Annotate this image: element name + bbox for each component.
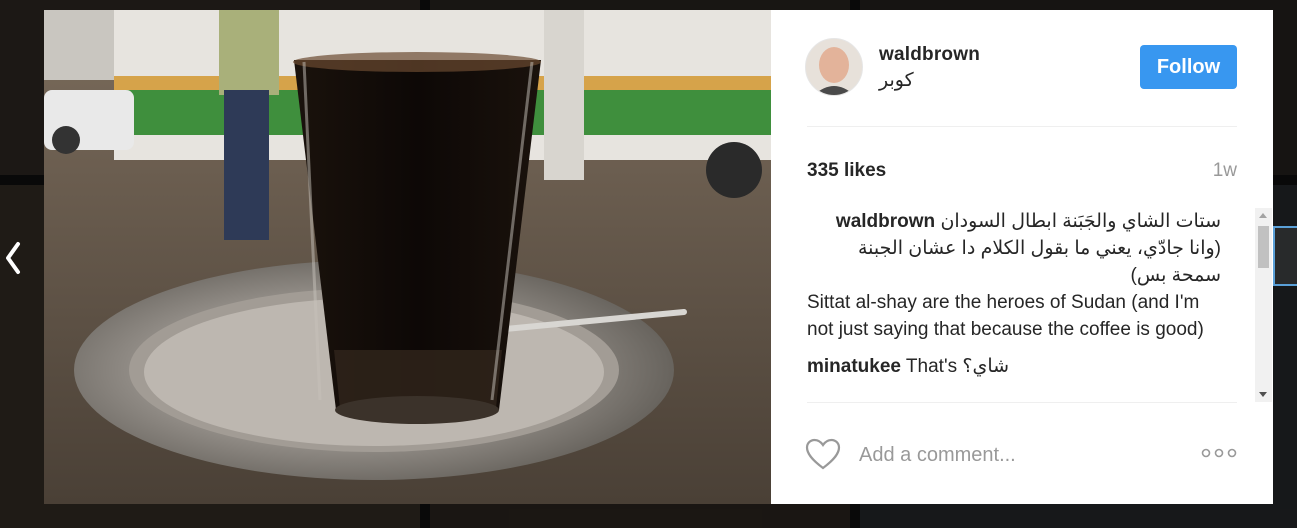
footer-divider bbox=[807, 402, 1237, 403]
scroll-thumb[interactable] bbox=[1258, 226, 1269, 268]
tea-glass-photo bbox=[44, 10, 771, 504]
header-divider bbox=[807, 126, 1237, 127]
scroll-down-arrow[interactable] bbox=[1259, 392, 1267, 397]
post-header: waldbrown كوبر Follow bbox=[805, 38, 1237, 98]
avatar[interactable] bbox=[805, 38, 863, 96]
more-options-icon bbox=[1201, 448, 1237, 458]
comments-scrollbar[interactable] bbox=[1255, 208, 1272, 402]
add-comment-input[interactable] bbox=[857, 438, 1181, 472]
comment-username[interactable]: minatukee bbox=[807, 356, 901, 377]
more-options-button[interactable] bbox=[1201, 446, 1237, 460]
avatar-image bbox=[806, 39, 862, 95]
post-location[interactable]: كوبر bbox=[879, 69, 914, 92]
comment-body: That's شاي؟ bbox=[905, 356, 1010, 377]
chevron-left-icon bbox=[6, 242, 20, 274]
heart-outline-icon bbox=[805, 438, 841, 470]
likes-count[interactable]: 335 likes bbox=[807, 160, 886, 182]
comment-item: waldbrown ستات الشاي والجَبَنة ابطال الس… bbox=[807, 208, 1221, 343]
comment-text-english: Sittat al-shay are the heroes of Sudan (… bbox=[807, 292, 1204, 340]
scroll-up-arrow[interactable] bbox=[1259, 213, 1267, 218]
comments-list[interactable]: waldbrown ستات الشاي والجَبَنة ابطال الس… bbox=[807, 208, 1221, 402]
post-time[interactable]: 1w bbox=[1213, 160, 1237, 182]
post-modal: waldbrown كوبر Follow 335 likes 1w waldb… bbox=[44, 10, 1273, 504]
follow-button[interactable]: Follow bbox=[1140, 45, 1237, 89]
next-post-button[interactable] bbox=[1273, 226, 1297, 286]
like-button[interactable] bbox=[805, 438, 841, 470]
comment-username[interactable]: waldbrown bbox=[836, 211, 935, 232]
post-sidebar: waldbrown كوبر Follow 335 likes 1w waldb… bbox=[771, 10, 1273, 504]
comment-text-arabic: waldbrown ستات الشاي والجَبَنة ابطال الس… bbox=[807, 208, 1221, 289]
post-photo bbox=[44, 10, 771, 504]
comment-item: minatukee That's شاي؟ bbox=[807, 353, 1221, 380]
post-username[interactable]: waldbrown bbox=[879, 44, 980, 66]
previous-post-button[interactable] bbox=[2, 238, 26, 278]
